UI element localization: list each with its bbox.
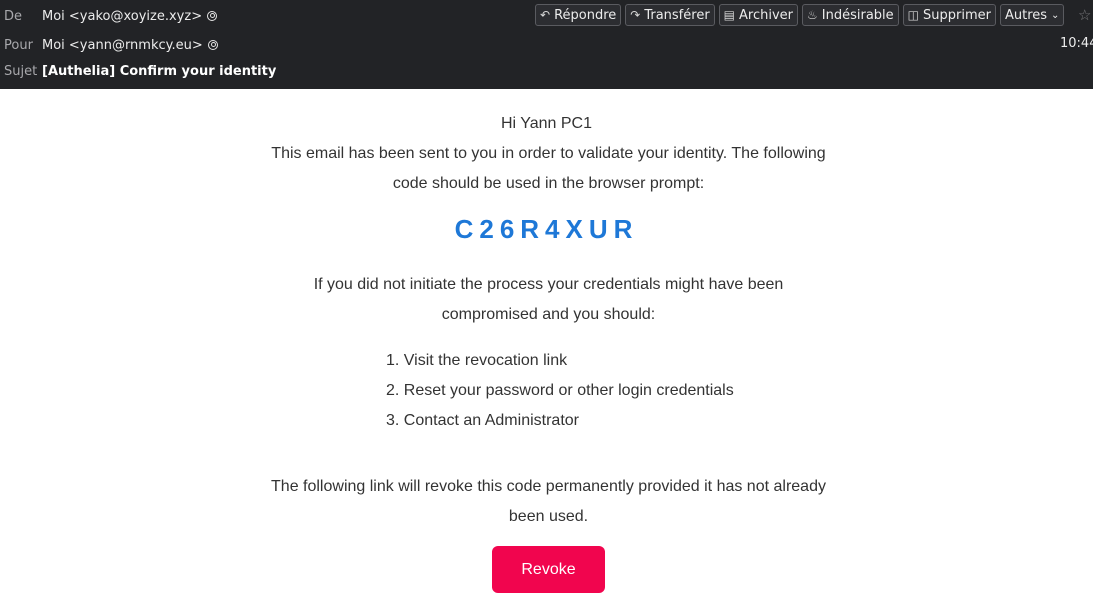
reply-button[interactable]: ↶ Répondre: [535, 4, 622, 26]
archive-icon: ▤: [723, 8, 736, 22]
subject-text: [Authelia] Confirm your identity: [42, 63, 277, 79]
email-body: Hi Yann PC1 This email has been sent to …: [0, 89, 1093, 605]
subject-label: Sujet: [4, 63, 38, 79]
forward-icon: ↷: [630, 8, 641, 22]
to-address-text[interactable]: Moi <yann@rnmkcy.eu>: [42, 38, 203, 53]
junk-label: Indésirable: [821, 7, 894, 23]
forward-button[interactable]: ↷ Transférer: [625, 4, 715, 26]
junk-icon: ♨: [807, 8, 818, 22]
archive-button[interactable]: ▤ Archiver: [718, 4, 799, 26]
contact-icon[interactable]: [207, 11, 218, 21]
star-icon[interactable]: ☆: [1078, 6, 1091, 24]
junk-button[interactable]: ♨ Indésirable: [802, 4, 899, 26]
contact-icon[interactable]: [207, 40, 218, 50]
verification-code: C26R4XUR: [454, 214, 639, 244]
warning-text: If you did not initiate the process your…: [313, 276, 784, 323]
archive-label: Archiver: [739, 7, 794, 23]
message-toolbar: ↶ Répondre ↷ Transférer ▤ Archiver ♨ Ind…: [535, 4, 1065, 28]
greeting: Hi Yann PC1: [500, 115, 592, 132]
reply-label: Répondre: [554, 7, 617, 23]
from-label: De: [4, 8, 23, 24]
message-time: 10:44: [1060, 36, 1093, 51]
forward-label: Transférer: [644, 7, 710, 23]
from-address[interactable]: Moi <yako@xoyize.xyz>: [42, 9, 218, 24]
message-header: De Moi <yako@xoyize.xyz> Pour Moi <yann@…: [0, 0, 1093, 89]
list-item: 3. Contact an Administrator: [386, 412, 579, 429]
to-address[interactable]: Moi <yann@rnmkcy.eu>: [42, 38, 218, 53]
reply-icon: ↶: [540, 8, 551, 22]
list-item: 1. Visit the revocation link: [386, 352, 568, 369]
intro-text: This email has been sent to you in order…: [271, 145, 826, 192]
from-address-text[interactable]: Moi <yako@xoyize.xyz>: [42, 9, 202, 24]
delete-button[interactable]: ◫ Supprimer: [902, 4, 996, 26]
trash-icon: ◫: [907, 8, 920, 22]
revoke-button[interactable]: Revoke: [492, 546, 605, 593]
list-item: 2. Reset your password or other login cr…: [386, 382, 734, 399]
chevron-down-icon: ⌄: [1051, 9, 1060, 21]
steps-list: 1. Visit the revocation link 2. Reset yo…: [386, 346, 734, 436]
revoke-note: The following link will revoke this code…: [271, 478, 826, 525]
more-label: Autres: [1004, 7, 1048, 23]
more-button[interactable]: Autres ⌄: [999, 4, 1065, 26]
delete-label: Supprimer: [923, 7, 991, 23]
to-label: Pour: [4, 37, 33, 53]
